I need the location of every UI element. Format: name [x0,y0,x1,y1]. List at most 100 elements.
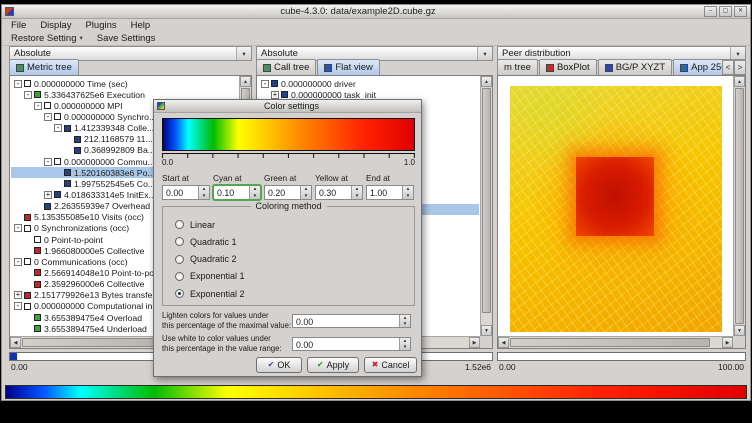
spin-down-icon[interactable]: ▼ [250,193,260,200]
radio-option-label: Quadratic 1 [190,237,237,247]
scrollbar-thumb[interactable] [22,338,162,347]
collapse-icon[interactable]: - [34,102,42,110]
spin-arrows[interactable]: ▲ ▼ [402,186,413,199]
system-vertical-scrollbar[interactable]: ▲ ▼ [733,76,745,336]
scroll-left-icon[interactable]: ◀ [498,337,509,348]
severity-color-box [74,136,81,143]
spin-arrows[interactable]: ▲ ▼ [249,186,260,199]
expand-icon[interactable]: + [44,191,52,199]
collapse-icon[interactable]: - [14,258,22,266]
scroll-right-icon[interactable]: ▶ [722,337,733,348]
spin-down-icon[interactable]: ▼ [400,321,410,327]
spin-arrows[interactable]: ▲ ▼ [300,186,311,199]
collapse-icon[interactable]: - [14,302,22,310]
tree-row[interactable]: -0.000000000 Time (sec) [11,78,238,89]
spin-down-icon[interactable]: ▼ [301,193,311,200]
tab-scroll-right-icon[interactable]: > [734,60,746,75]
scroll-up-icon[interactable]: ▲ [240,76,251,87]
end-at-spinbox[interactable]: 1.00 ▲ ▼ [366,185,414,200]
radio-linear[interactable]: Linear [175,218,408,231]
yellow-at-spinbox[interactable]: 0.30 ▲ ▼ [315,185,363,200]
topology-heatmap[interactable] [510,86,722,332]
tab-flat-view[interactable]: Flat view [317,59,379,75]
scroll-down-icon[interactable]: ▼ [481,325,492,336]
maximize-icon[interactable]: ▢ [719,6,732,17]
scroll-up-icon[interactable]: ▲ [481,76,492,87]
severity-color-box [74,147,81,154]
collapse-icon[interactable]: - [44,113,52,121]
white-label-line1: Use white to color values under [162,334,271,344]
save-settings-label: Save Settings [97,33,156,45]
cancel-button[interactable]: ✖ Cancel [364,357,417,373]
collapse-icon[interactable]: - [54,124,62,132]
ok-button[interactable]: ✔ OK [256,357,302,373]
menu-help[interactable]: Help [124,19,158,32]
scrollbar-thumb[interactable] [510,338,710,347]
toolbar: Restore Setting ▾ Save Settings [2,32,750,46]
spin-arrows[interactable]: ▲ ▼ [399,338,410,350]
collapse-icon[interactable]: - [24,91,32,99]
spin-arrows[interactable]: ▲ ▼ [351,186,362,199]
scroll-down-icon[interactable]: ▼ [734,325,745,336]
spin-down-icon[interactable]: ▼ [352,193,362,200]
white-percentage-spinbox[interactable]: 0.00 ▲ ▼ [292,337,411,351]
menu-plugins[interactable]: Plugins [78,19,123,32]
apply-button[interactable]: ✔ Apply [307,357,359,373]
scroll-right-icon[interactable]: ▶ [469,337,480,348]
start-at-spinbox[interactable]: 0.00 ▲ ▼ [162,185,210,200]
spin-down-icon[interactable]: ▼ [400,344,410,350]
scroll-left-icon[interactable]: ◀ [10,337,21,348]
spin-value: 1.00 [367,186,402,199]
collapse-icon[interactable]: - [14,224,22,232]
severity-color-box [24,225,31,232]
expand-icon[interactable]: + [271,91,279,99]
radio-quadratic-1[interactable]: Quadratic 1 [175,235,408,248]
collapse-icon[interactable]: - [14,80,22,88]
save-settings-button[interactable]: Save Settings [93,33,160,45]
scrollbar-thumb[interactable] [735,88,744,324]
title-bar[interactable]: cube-4.3.0: data/example2D.cube.gz – ▢ ✕ [2,5,750,19]
tree-item-text: 3.655389475e4 Underload [44,324,147,334]
menu-file[interactable]: File [4,19,33,32]
radio-exponential-2[interactable]: Exponential 2 [175,287,408,300]
tab-metric-tree[interactable]: Metric tree [9,59,79,75]
menu-display[interactable]: Display [33,19,78,32]
call-vertical-scrollbar[interactable]: ▲ ▼ [480,76,492,336]
restore-setting-button[interactable]: Restore Setting ▾ [7,33,87,45]
collapse-icon[interactable]: - [261,80,269,88]
tab-label: BG/P XYZT [616,62,665,73]
scrollbar-thumb[interactable] [482,88,491,313]
green-at-spinbox[interactable]: 0.20 ▲ ▼ [264,185,312,200]
tab-scroll-left-icon[interactable]: < [722,60,734,75]
spin-arrows[interactable]: ▲ ▼ [198,186,209,199]
app-icon [5,7,14,16]
system-horizontal-scrollbar[interactable]: ◀ ▶ [498,336,733,348]
dialog-title-bar[interactable]: Color settings [154,100,421,113]
tab-system-tree[interactable]: m tree [497,59,538,75]
stop-cyan: Cyan at 0.10 ▲ ▼ [213,173,261,200]
scroll-up-icon[interactable]: ▲ [734,76,745,87]
expand-icon[interactable]: + [14,291,22,299]
severity-color-box [24,214,31,221]
tab-label: Call tree [274,62,309,73]
minimize-icon[interactable]: – [704,6,717,17]
collapse-icon[interactable]: - [44,158,52,166]
spin-down-icon[interactable]: ▼ [403,193,413,200]
check-icon: ✔ [317,361,324,369]
spin-arrows[interactable]: ▲ ▼ [399,315,410,327]
main-window: cube-4.3.0: data/example2D.cube.gz – ▢ ✕… [1,4,751,401]
system-footer: 0.00 100.00 [497,362,746,373]
tree-row[interactable]: -0.000000000 driver [258,78,479,89]
colormap-scale: 0.0 1.0 [162,153,415,169]
cyan-at-spinbox[interactable]: 0.10 ▲ ▼ [213,185,261,200]
tab-bgp-xyzt[interactable]: BG/P XYZT [598,59,672,75]
radio-option-label: Exponential 2 [190,289,245,299]
close-icon[interactable]: ✕ [734,6,747,17]
lighten-percentage-spinbox[interactable]: 0.00 ▲ ▼ [292,314,411,328]
spin-down-icon[interactable]: ▼ [199,193,209,200]
tab-call-tree[interactable]: Call tree [256,59,316,75]
radio-exponential-1[interactable]: Exponential 1 [175,270,408,283]
tab-boxplot[interactable]: BoxPlot [539,59,597,75]
color-settings-dialog: Color settings 0.0 1.0 Start at 0.00 ▲ ▼… [153,99,422,377]
radio-quadratic-2[interactable]: Quadratic 2 [175,253,408,266]
